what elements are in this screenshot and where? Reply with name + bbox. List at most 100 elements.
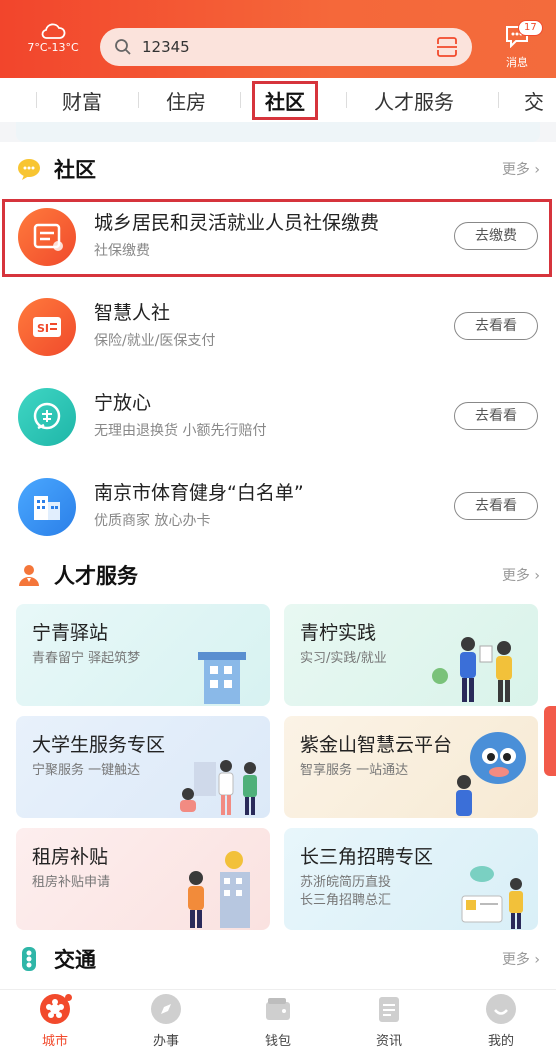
tile-subtitle: 宁聚服务 一键触达 bbox=[32, 763, 141, 778]
gym-building-icon bbox=[18, 478, 76, 536]
chat-icon bbox=[18, 159, 40, 180]
banner-strip bbox=[16, 122, 540, 142]
tile-subtitle: 实习/实践/就业 bbox=[300, 651, 387, 666]
tile-qingning-practice[interactable]: 青柠实践 实习/实践/就业 bbox=[284, 604, 538, 706]
talent-section-title: 人才服务 bbox=[54, 564, 138, 588]
more-label: 更多 bbox=[501, 568, 530, 584]
tab-divider bbox=[240, 92, 241, 108]
tile-zijinshan-cloud[interactable]: 紫金山智慧云平台 智享服务 一站通达 bbox=[284, 716, 538, 818]
message-button[interactable]: 17 消息 bbox=[492, 20, 543, 70]
traffic-more-link[interactable]: 更多 › bbox=[502, 949, 540, 969]
tab-divider bbox=[36, 92, 37, 108]
students-illustration bbox=[180, 760, 257, 815]
compass-icon bbox=[151, 994, 181, 1024]
message-label: 消息 bbox=[506, 56, 528, 69]
tile-rent-subsidy[interactable]: 租房补贴 租房补贴申请 bbox=[16, 828, 270, 930]
search-input[interactable]: 12345 bbox=[100, 28, 472, 66]
community-more-link[interactable]: 更多 › bbox=[502, 159, 540, 179]
scan-icon[interactable] bbox=[436, 37, 458, 57]
nav-label: 资讯 bbox=[375, 1034, 402, 1049]
view-button[interactable]: 去看看 bbox=[454, 492, 538, 520]
bottom-navigation: 城市 办事 钱包 资讯 我的 bbox=[0, 989, 556, 1051]
tile-title: 宁青驿站 bbox=[32, 622, 109, 644]
ning-shield-icon bbox=[18, 388, 76, 446]
tile-title: 租房补贴 bbox=[32, 846, 109, 868]
view-button[interactable]: 去看看 bbox=[454, 402, 538, 430]
traffic-section-title: 交通 bbox=[54, 948, 96, 972]
service-title: 城乡居民和灵活就业人员社保缴费 bbox=[94, 212, 380, 234]
nav-wallet[interactable]: 钱包 bbox=[243, 994, 313, 1049]
tile-subtitle: 苏浙皖简历直投 长三角招聘总汇 bbox=[300, 874, 391, 910]
tab-wealth[interactable]: 财富 bbox=[62, 86, 102, 115]
city-flower-icon bbox=[40, 994, 72, 1024]
people-illustration bbox=[432, 637, 512, 702]
nav-label: 城市 bbox=[41, 1034, 68, 1049]
pay-button[interactable]: 去缴费 bbox=[454, 222, 538, 250]
tab-housing[interactable]: 住房 bbox=[166, 86, 206, 115]
tile-title: 长三角招聘专区 bbox=[300, 846, 434, 868]
tile-subtitle: 青春留宁 驿起筑梦 bbox=[32, 651, 141, 666]
weather-temperature: 7°C-13°C bbox=[27, 41, 79, 54]
mascot-illustration bbox=[456, 732, 526, 816]
rent-illustration bbox=[188, 851, 250, 928]
tile-title: 大学生服务专区 bbox=[32, 734, 166, 756]
service-row[interactable]: 南京市体育健身“白名单” 优质商家 放心办卡 去看看 bbox=[0, 462, 556, 550]
person-icon bbox=[19, 565, 39, 586]
floating-side-tab[interactable] bbox=[544, 706, 556, 776]
tile-ningqing-station[interactable]: 宁青驿站 青春留宁 驿起筑梦 bbox=[16, 604, 270, 706]
community-section-title: 社区 bbox=[54, 158, 96, 182]
nav-news[interactable]: 资讯 bbox=[354, 994, 424, 1049]
smiley-icon bbox=[486, 994, 516, 1024]
nav-label: 我的 bbox=[487, 1034, 514, 1049]
service-row[interactable]: 城乡居民和灵活就业人员社保缴费 社保缴费 去缴费 bbox=[0, 192, 556, 280]
nav-label: 钱包 bbox=[264, 1034, 291, 1049]
tab-talent-services[interactable]: 人才服务 bbox=[374, 86, 454, 115]
tab-traffic[interactable]: 交 bbox=[524, 86, 544, 115]
tile-title: 紫金山智慧云平台 bbox=[300, 734, 453, 756]
tile-yangtze-recruitment[interactable]: 长三角招聘专区 苏浙皖简历直投 长三角招聘总汇 bbox=[284, 828, 538, 930]
svg-text:SI: SI bbox=[37, 322, 49, 335]
document-icon bbox=[374, 994, 404, 1024]
tile-subtitle-line: 苏浙皖简历直投 bbox=[300, 875, 392, 890]
tile-title: 青柠实践 bbox=[300, 622, 377, 644]
nav-city[interactable]: 城市 bbox=[20, 994, 90, 1049]
notification-dot bbox=[65, 994, 72, 1001]
service-subtitle: 无理由退换货 小额先行赔付 bbox=[94, 423, 267, 439]
social-security-payment-icon bbox=[18, 208, 76, 266]
nav-label: 办事 bbox=[152, 1034, 179, 1049]
view-button[interactable]: 去看看 bbox=[454, 312, 538, 340]
service-subtitle: 保险/就业/医保支付 bbox=[94, 333, 216, 349]
service-subtitle: 优质商家 放心办卡 bbox=[94, 513, 211, 529]
top-header: 7°C-13°C 12345 17 消息 bbox=[0, 0, 556, 78]
si-card-icon: SI bbox=[18, 298, 76, 356]
recruit-illustration bbox=[461, 866, 523, 929]
tile-college-student[interactable]: 大学生服务专区 宁聚服务 一键触达 bbox=[16, 716, 270, 818]
tab-divider bbox=[498, 92, 499, 108]
service-row[interactable]: SI 智慧人社 保险/就业/医保支付 去看看 bbox=[0, 282, 556, 370]
nav-profile[interactable]: 我的 bbox=[466, 994, 536, 1049]
talent-more-link[interactable]: 更多 › bbox=[502, 565, 540, 585]
more-label: 更多 bbox=[501, 162, 530, 178]
search-icon bbox=[115, 39, 131, 55]
search-query: 12345 bbox=[142, 38, 190, 56]
weather-widget[interactable]: 7°C-13°C bbox=[16, 22, 90, 54]
community-section-header: 社区 更多 › bbox=[16, 154, 540, 184]
service-subtitle: 社保缴费 bbox=[94, 243, 150, 259]
traffic-light-icon bbox=[22, 947, 36, 971]
cloud-icon bbox=[41, 23, 66, 39]
station-illustration bbox=[198, 652, 246, 704]
service-title: 宁放心 bbox=[94, 392, 152, 414]
message-count-badge: 17 bbox=[518, 20, 543, 36]
tile-subtitle: 租房补贴申请 bbox=[32, 875, 111, 890]
tab-community[interactable]: 社区 bbox=[252, 81, 318, 120]
talent-section-header: 人才服务 更多 › bbox=[16, 560, 540, 590]
tab-divider bbox=[138, 92, 139, 108]
nav-services[interactable]: 办事 bbox=[131, 994, 201, 1049]
tab-divider bbox=[346, 92, 347, 108]
service-row[interactable]: 宁放心 无理由退换货 小额先行赔付 去看看 bbox=[0, 372, 556, 460]
wallet-icon bbox=[263, 994, 293, 1024]
service-title: 智慧人社 bbox=[94, 302, 171, 324]
tile-subtitle-line: 长三角招聘总汇 bbox=[300, 893, 392, 908]
traffic-section-header: 交通 更多 › bbox=[16, 944, 540, 974]
category-tabs: 财富 住房 社区 人才服务 交 bbox=[0, 78, 556, 122]
